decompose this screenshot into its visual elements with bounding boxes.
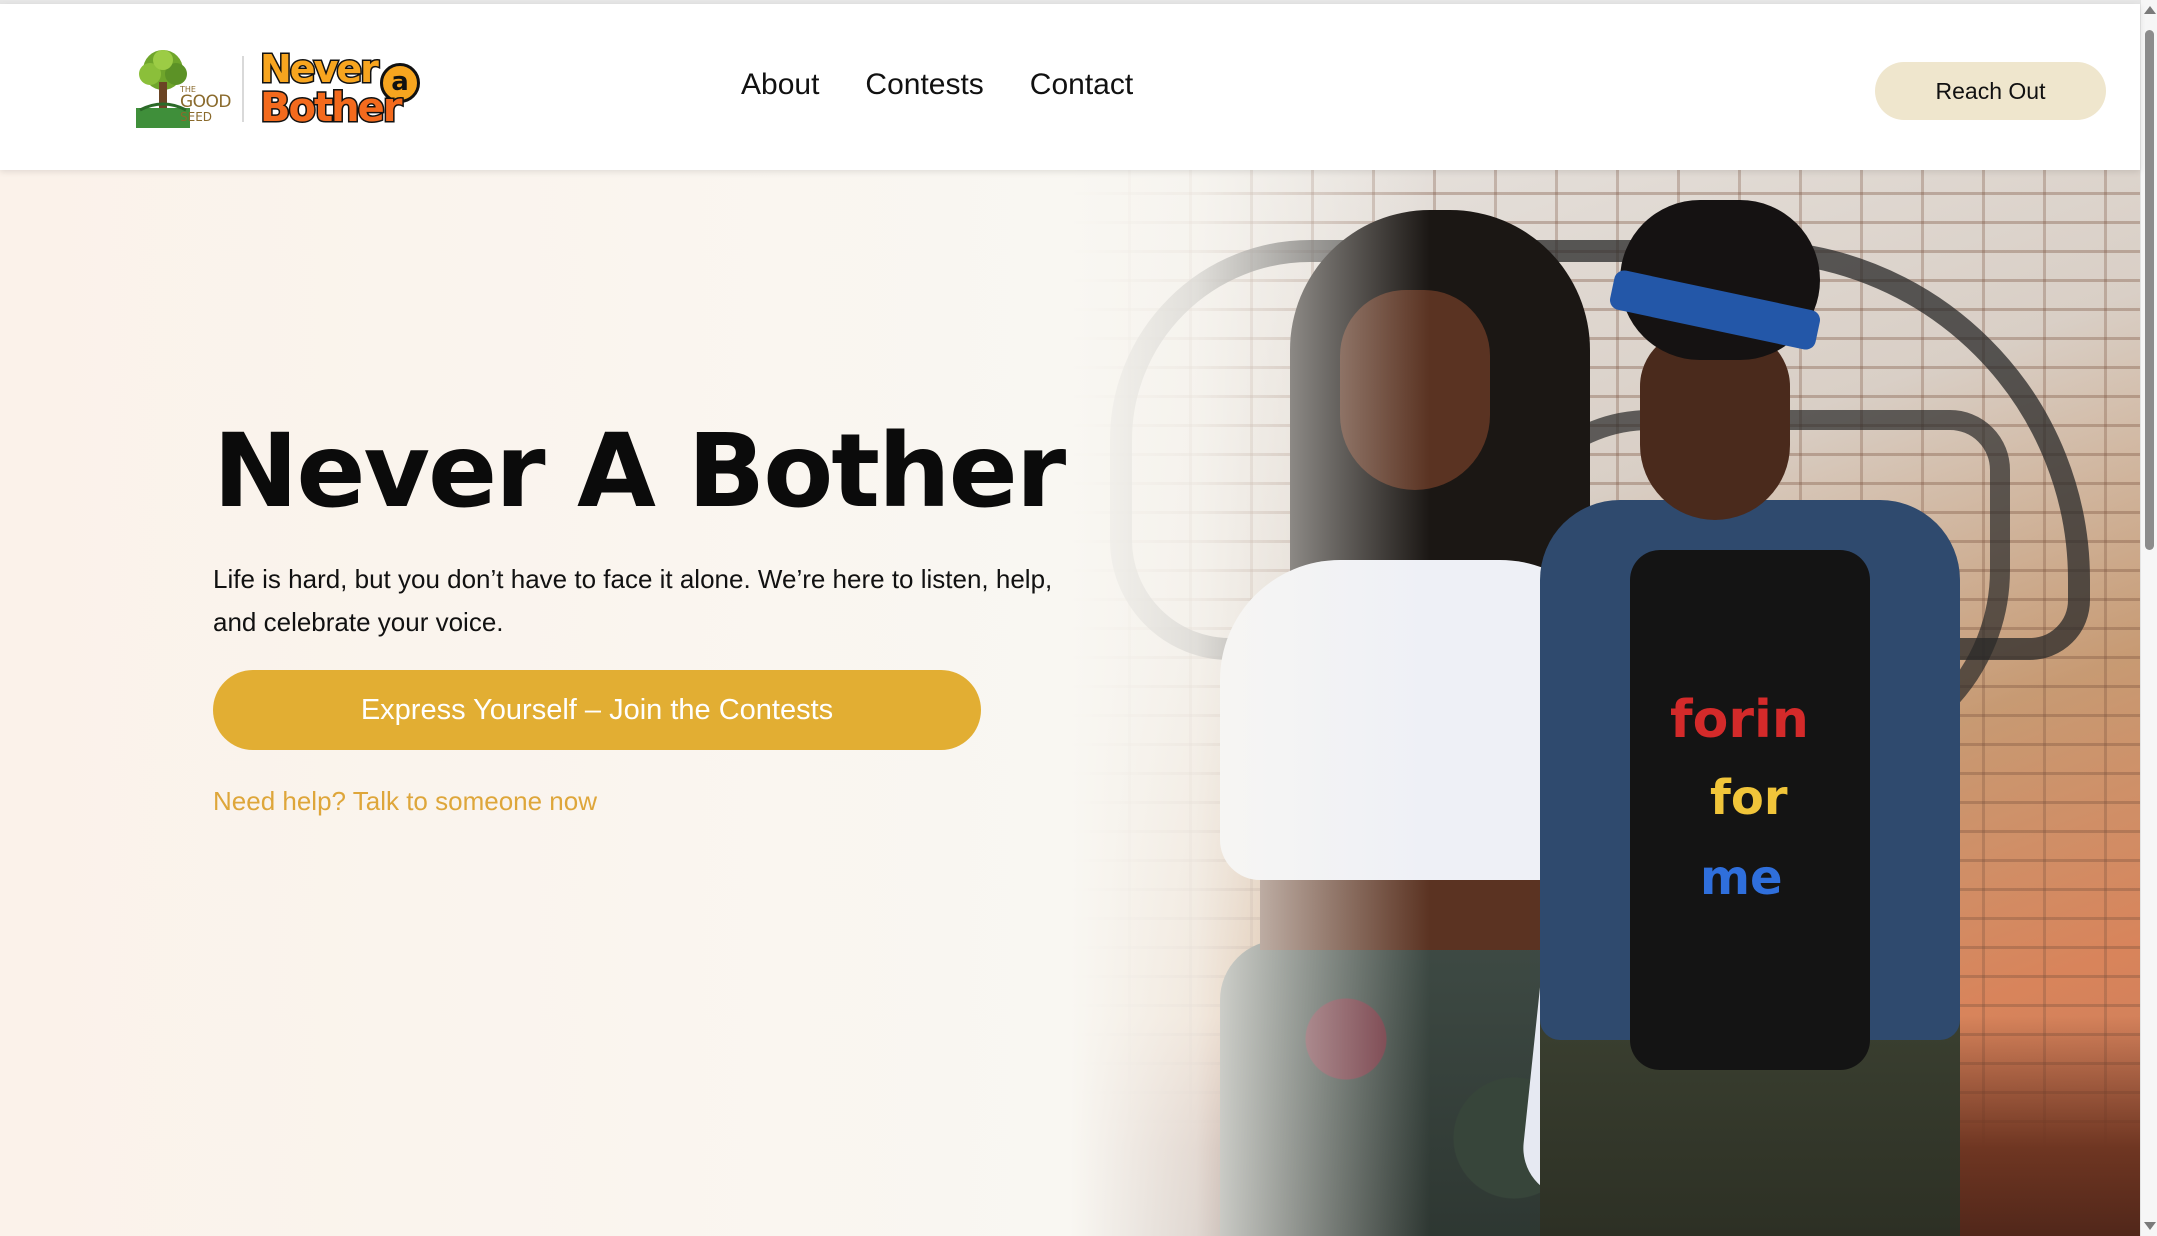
logo-seed: SEED: [180, 110, 213, 124]
scroll-down-arrow-icon[interactable]: [2144, 1222, 2156, 1230]
logo-divider: [242, 56, 244, 122]
main-nav: About Contests Contact: [741, 68, 1133, 102]
tee-text-line3: me: [1700, 850, 1783, 906]
scroll-up-arrow-icon[interactable]: [2144, 6, 2156, 14]
photo-fade: [1070, 170, 1430, 1236]
good-seed-logo[interactable]: THE GOOD SEED: [132, 48, 232, 130]
nav-link-contests[interactable]: Contests: [865, 68, 983, 102]
scrollbar-thumb[interactable]: [2145, 30, 2154, 550]
tee-text-line1: forin: [1670, 690, 1809, 750]
hero-section: forin for me Never A Bother Life is hard…: [0, 170, 2140, 1236]
site-header: THE GOOD SEED Never a Bother About Conte…: [0, 4, 2140, 170]
logo-bother: Bother: [258, 84, 403, 133]
never-a-bother-logo[interactable]: Never a Bother: [258, 46, 426, 133]
nav-link-contact[interactable]: Contact: [1030, 68, 1133, 102]
tee-text-line2: for: [1710, 770, 1788, 826]
hero-title: Never A Bother: [213, 412, 1066, 531]
hero-photo: forin for me: [1070, 170, 2140, 1236]
reach-out-button[interactable]: Reach Out: [1875, 62, 2106, 120]
join-contests-button[interactable]: Express Yourself – Join the Contests: [213, 670, 981, 750]
logo-group[interactable]: THE GOOD SEED Never a Bother: [132, 46, 426, 133]
nav-link-about[interactable]: About: [741, 68, 819, 102]
scrollbar[interactable]: [2140, 0, 2157, 1236]
good-seed-wordmark: THE GOOD SEED: [180, 86, 232, 124]
hero-subtitle: Life is hard, but you don’t have to face…: [213, 564, 1053, 637]
need-help-link[interactable]: Need help? Talk to someone now: [213, 786, 597, 817]
t-shirt-print: forin for me: [1630, 550, 1870, 1070]
logo-good: GOOD: [180, 92, 232, 112]
